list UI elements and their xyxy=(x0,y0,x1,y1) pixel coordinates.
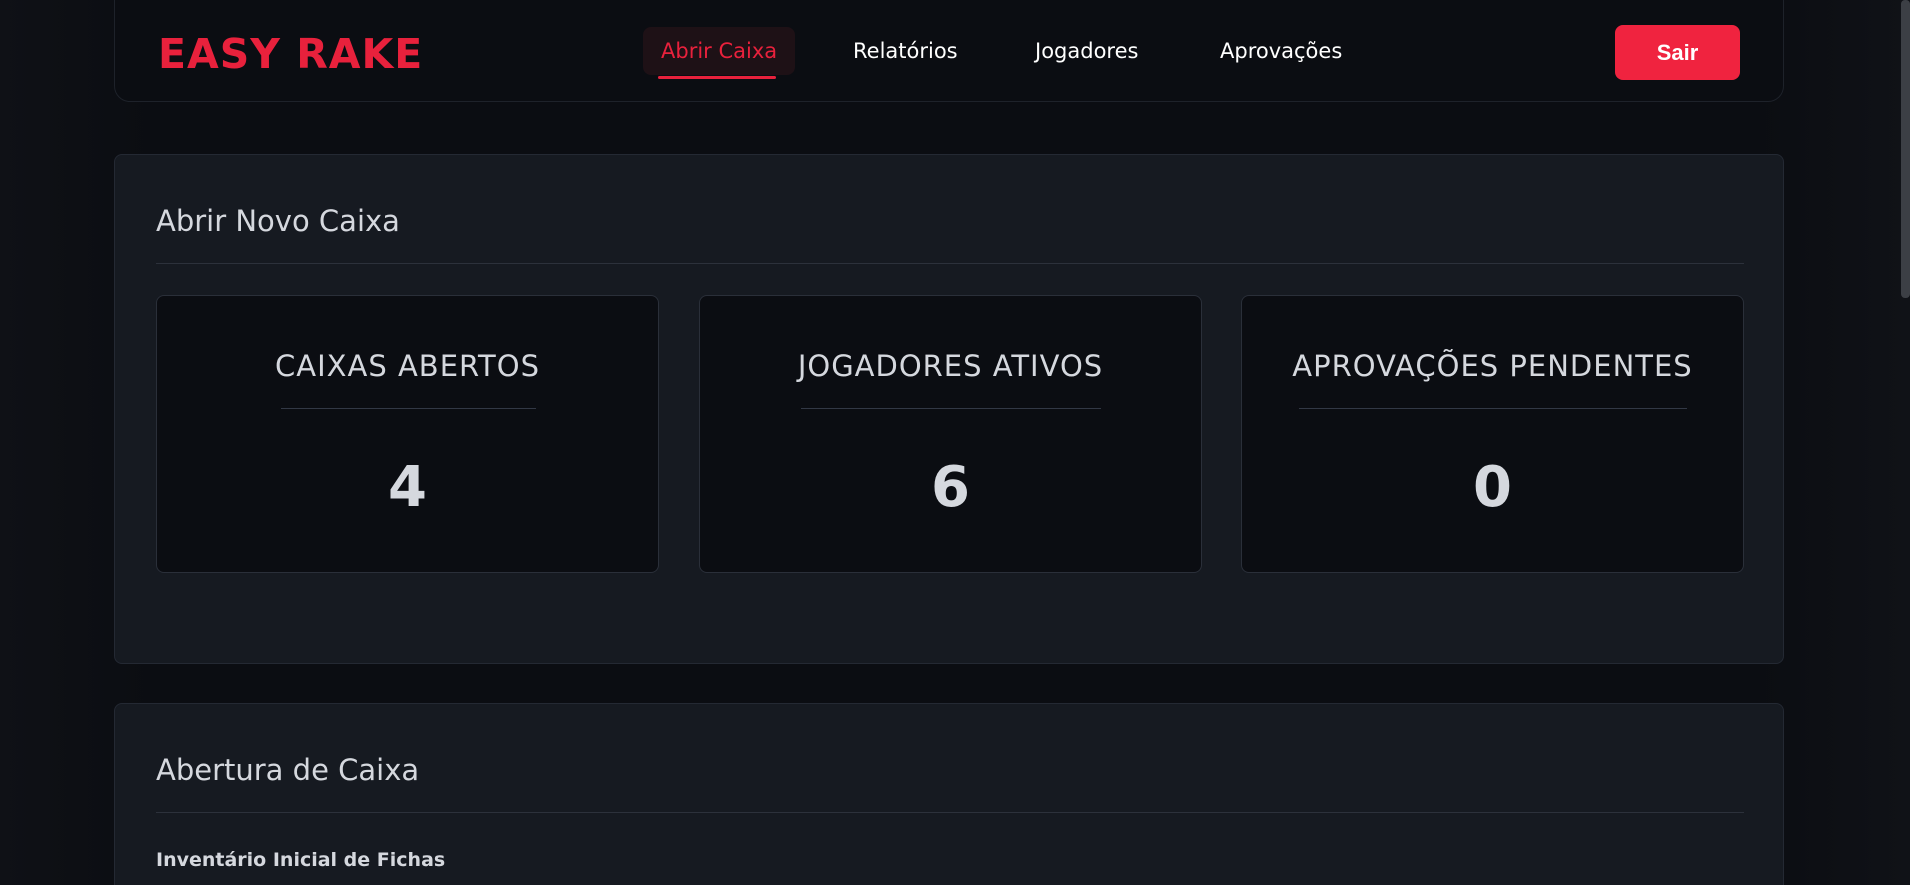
stat-value: 6 xyxy=(931,455,970,520)
open-cashier-panel: Abrir Novo Caixa CAIXAS ABERTOS 4 JOGADO… xyxy=(114,154,1784,664)
stat-value: 0 xyxy=(1473,455,1512,520)
panel-title: Abrir Novo Caixa xyxy=(156,204,400,238)
logout-button[interactable]: Sair xyxy=(1615,25,1740,80)
brand-logo[interactable]: EASY RAKE xyxy=(158,30,423,78)
panel-divider xyxy=(156,812,1744,813)
stat-card-aprovacoes-pendentes: APROVAÇÕES PENDENTES 0 xyxy=(1241,295,1744,573)
stat-divider xyxy=(801,408,1101,409)
nav-abrir-caixa[interactable]: Abrir Caixa xyxy=(643,27,796,75)
initial-chip-inventory-label: Inventário Inicial de Fichas xyxy=(156,849,446,871)
stat-card-jogadores-ativos: JOGADORES ATIVOS 6 xyxy=(699,295,1202,573)
stat-label: APROVAÇÕES PENDENTES xyxy=(1292,349,1693,383)
page-scrollbar[interactable] xyxy=(1901,0,1910,298)
stat-divider xyxy=(281,408,536,409)
stat-value: 4 xyxy=(388,455,427,520)
stat-divider xyxy=(1299,408,1687,409)
stat-label: JOGADORES ATIVOS xyxy=(797,349,1104,383)
nav-aprovacoes[interactable]: Aprovações xyxy=(1220,27,1342,75)
page: EASY RAKE Abrir Caixa Relatórios Jogador… xyxy=(0,0,1910,885)
nav-relatorios[interactable]: Relatórios xyxy=(853,27,958,75)
stat-card-caixas-abertos: CAIXAS ABERTOS 4 xyxy=(156,295,659,573)
nav-jogadores[interactable]: Jogadores xyxy=(1035,27,1138,75)
nav-active-indicator xyxy=(658,76,776,79)
panel-divider xyxy=(156,263,1744,264)
stat-label: CAIXAS ABERTOS xyxy=(274,349,541,383)
panel-title: Abertura de Caixa xyxy=(156,753,420,787)
cashier-opening-panel: Abertura de Caixa Inventário Inicial de … xyxy=(114,703,1784,885)
